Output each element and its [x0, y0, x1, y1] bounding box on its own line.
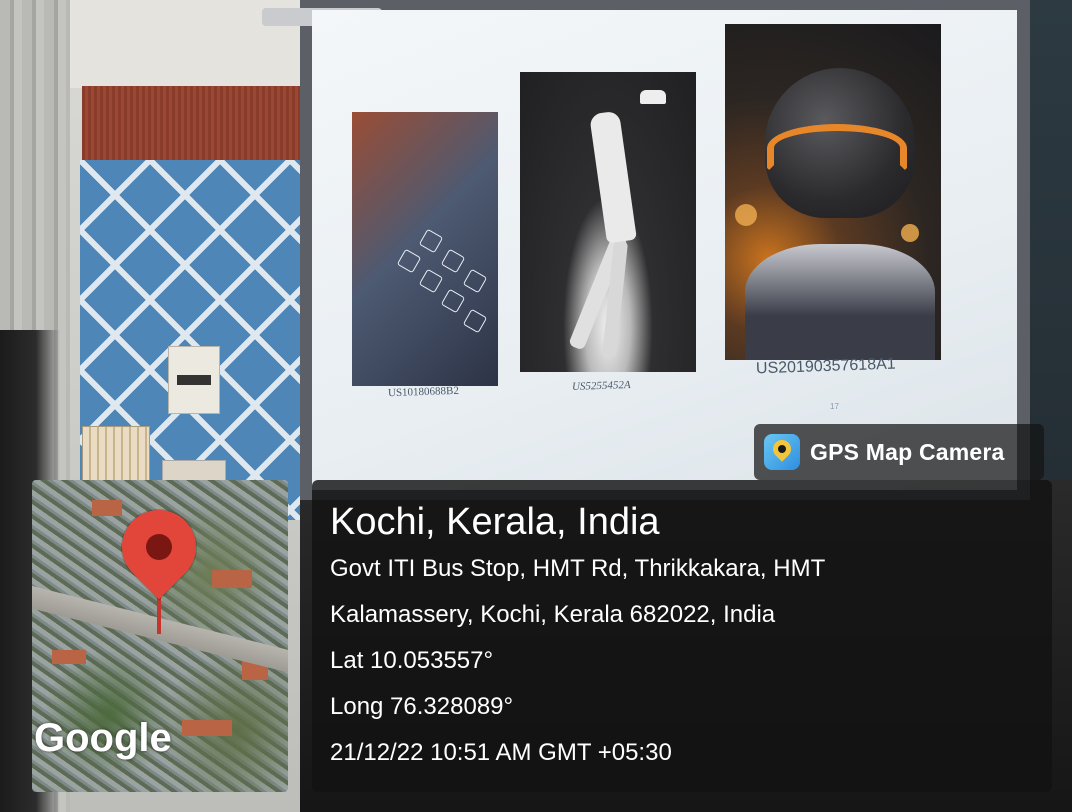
slide-number: 17	[830, 402, 839, 411]
slide-caption: US10180688B2	[387, 384, 460, 400]
longitude-text: Long 76.328089°	[330, 693, 514, 720]
slide-image-dancer	[520, 72, 696, 372]
slide-image-smartwatch	[352, 112, 498, 386]
latitude-text: Lat 10.053557°	[330, 647, 494, 674]
address-line: Govt ITI Bus Stop, HMT Rd, Thrikkakara, …	[330, 555, 826, 582]
location-title: Kochi, Kerala, India	[330, 501, 660, 543]
slide-image-helmet	[725, 24, 941, 360]
google-logo: Google	[34, 716, 172, 760]
location-info-panel: Kochi, Kerala, India Govt ITI Bus Stop, …	[312, 480, 1052, 792]
app-label: GPS Map Camera	[810, 438, 1005, 465]
photo-scene: US10180688B2 US5255452A US20190357618A1 …	[0, 0, 1072, 812]
gps-app-badge: GPS Map Camera	[754, 424, 1044, 480]
location-minimap: Google	[32, 480, 288, 792]
gps-camera-app-icon	[764, 434, 800, 470]
slide-caption: US5255452A	[571, 378, 631, 394]
electrical-box	[168, 346, 220, 414]
switch-panel	[82, 426, 150, 482]
address-line: Kalamassery, Kochi, Kerala 682022, India	[330, 601, 776, 628]
timestamp-text: 21/12/22 10:51 AM GMT +05:30	[330, 739, 672, 766]
